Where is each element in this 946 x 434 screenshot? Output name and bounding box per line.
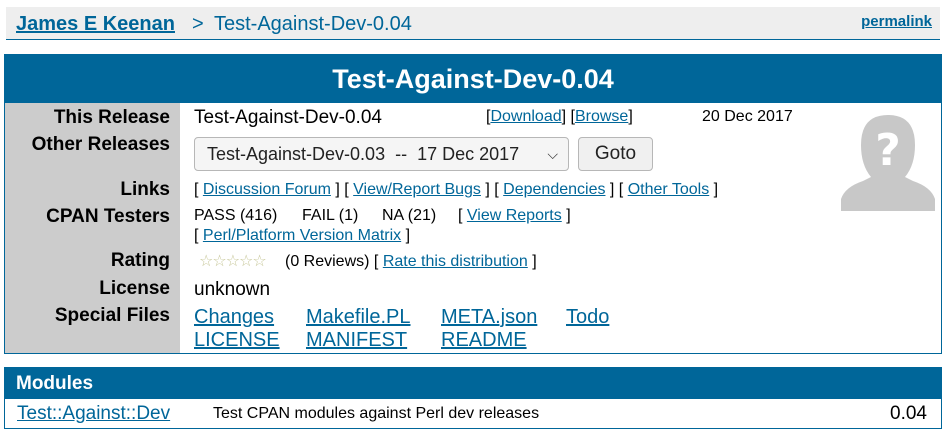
label-cpan-testers: CPAN Testers bbox=[46, 206, 170, 227]
links-row: [ Discussion Forum ] [ View/Report Bugs … bbox=[194, 181, 719, 198]
version-matrix-link[interactable]: Perl/Platform Version Matrix bbox=[203, 227, 401, 244]
testers-fail: FAIL (1) bbox=[302, 207, 359, 224]
svg-text:?: ? bbox=[875, 125, 901, 176]
matrix-group: [ Perl/Platform Version Matrix ] bbox=[194, 227, 411, 244]
rating-stars: ☆☆☆☆☆ bbox=[199, 251, 267, 271]
release-box: Test-Against-Dev-0.04 This Release Other… bbox=[4, 54, 942, 354]
label-license: License bbox=[99, 278, 170, 299]
special-file-manifest[interactable]: MANIFEST bbox=[306, 329, 407, 352]
rating-reviews-group: (0 Reviews) [ Rate this distribution ] bbox=[285, 253, 537, 270]
testers-na: NA (21) bbox=[382, 207, 437, 224]
permalink-link[interactable]: permalink bbox=[861, 13, 932, 30]
dependencies-link[interactable]: Dependencies bbox=[503, 181, 605, 198]
table-row: Test::Against::Dev Test CPAN modules aga… bbox=[5, 399, 941, 428]
special-file-license[interactable]: LICENSE bbox=[194, 329, 280, 352]
special-file-makefile[interactable]: Makefile.PL bbox=[306, 306, 411, 329]
modules-box: Modules Test::Against::Dev Test CPAN mod… bbox=[4, 367, 942, 429]
star-icon: ☆ bbox=[252, 253, 266, 270]
goto-button[interactable]: Goto bbox=[578, 137, 653, 171]
breadcrumb-separator: > bbox=[192, 13, 204, 35]
download-group: [Download] [Browse] bbox=[486, 108, 633, 125]
module-name-link[interactable]: Test::Against::Dev bbox=[17, 403, 170, 425]
release-title: Test-Against-Dev-0.04 bbox=[5, 55, 941, 103]
rate-distribution-link[interactable]: Rate this distribution bbox=[383, 253, 528, 270]
breadcrumb: James E Keenan > Test-Against-Dev-0.04 p… bbox=[6, 7, 940, 40]
select-value: Test-Against-Dev-0.03 -- 17 Dec 2017 bbox=[207, 144, 520, 164]
module-version: 0.04 bbox=[890, 403, 927, 424]
star-icon: ☆ bbox=[199, 253, 213, 270]
view-reports-link[interactable]: View Reports bbox=[467, 207, 562, 224]
download-link[interactable]: Download bbox=[490, 108, 561, 125]
testers-pass: PASS (416) bbox=[194, 207, 278, 224]
license-value: unknown bbox=[194, 279, 271, 300]
special-file-meta-json[interactable]: META.json bbox=[441, 306, 537, 329]
browse-link[interactable]: Browse bbox=[575, 108, 628, 125]
other-releases-select[interactable]: Test-Against-Dev-0.03 -- 17 Dec 2017 ⌵ bbox=[194, 137, 569, 171]
this-release-name: Test-Against-Dev-0.04 bbox=[194, 107, 382, 128]
label-special-files: Special Files bbox=[54, 305, 170, 326]
other-tools-link[interactable]: Other Tools bbox=[628, 181, 710, 198]
star-icon: ☆ bbox=[212, 253, 226, 270]
label-rating: Rating bbox=[110, 250, 170, 271]
special-file-changes[interactable]: Changes bbox=[194, 306, 274, 329]
unknown-user-avatar-icon: ? bbox=[841, 115, 935, 211]
star-icon: ☆ bbox=[225, 253, 240, 270]
chevron-down-icon: ⌵ bbox=[547, 146, 558, 162]
view-report-bugs-link[interactable]: View/Report Bugs bbox=[353, 181, 481, 198]
breadcrumb-distribution: Test-Against-Dev-0.04 bbox=[214, 13, 412, 35]
label-links: Links bbox=[120, 179, 170, 200]
label-this-release: This Release bbox=[53, 107, 170, 128]
author-link[interactable]: James E Keenan bbox=[16, 13, 175, 36]
modules-heading: Modules bbox=[5, 368, 941, 399]
label-column: This Release Other Releases Links CPAN T… bbox=[5, 103, 180, 353]
view-reports-group: [ View Reports ] bbox=[458, 207, 571, 224]
label-other-releases: Other Releases bbox=[31, 134, 170, 155]
module-description: Test CPAN modules against Perl dev relea… bbox=[213, 405, 540, 422]
special-file-todo[interactable]: Todo bbox=[566, 306, 609, 329]
discussion-forum-link[interactable]: Discussion Forum bbox=[203, 181, 331, 198]
rating-reviews: (0 Reviews) bbox=[285, 253, 370, 270]
special-file-readme[interactable]: README bbox=[441, 329, 527, 352]
star-icon: ☆ bbox=[239, 253, 253, 270]
release-date: 20 Dec 2017 bbox=[702, 108, 793, 125]
